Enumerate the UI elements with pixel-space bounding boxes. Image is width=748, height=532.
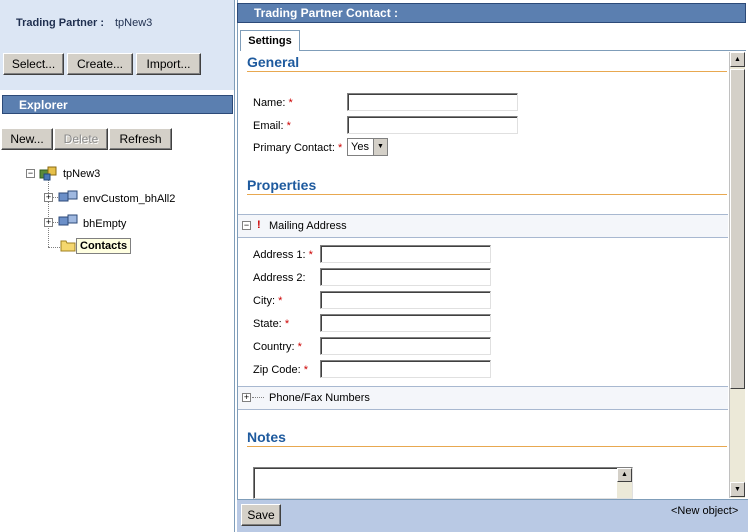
collapse-icon[interactable]: − [26,169,35,178]
scroll-down-icon[interactable]: ▼ [730,482,745,497]
primary-contact-value: Yes [351,141,369,153]
address1-input[interactable] [320,245,491,263]
section-divider [247,446,727,447]
email-label: Email: * [253,120,291,132]
state-label: State: * [253,318,290,330]
address2-input[interactable] [320,268,491,286]
environment-icon [58,190,78,204]
form-scrollbar[interactable]: ▲ ▼ [729,52,745,498]
country-label: Country: * [253,341,302,353]
trading-partner-value: tpNew3 [115,17,153,29]
collapse-icon[interactable]: − [242,221,251,230]
country-input[interactable] [320,337,491,355]
zip-label: Zip Code: * [253,364,309,376]
required-mark: * [278,295,283,307]
section-divider [247,71,727,72]
name-label: Name: * [253,97,293,109]
tree-item-contacts[interactable]: Contacts [76,238,132,254]
city-label: City: * [253,295,283,307]
scroll-up-icon[interactable]: ▲ [617,468,632,482]
explorer-header: Explorer [2,95,233,114]
trading-partner-icon [39,166,57,181]
address1-label: Address 1: * [253,249,313,261]
section-divider [247,194,727,195]
notes-scrollbar[interactable]: ▲ [617,468,632,498]
expand-icon[interactable]: + [44,193,53,202]
right-pane [237,0,748,532]
primary-contact-label: Primary Contact: * [253,142,343,154]
delete-button: Delete [54,128,108,150]
new-button[interactable]: New... [1,128,53,150]
environment-icon [58,214,78,228]
status-text: <New object> [671,505,739,517]
primary-contact-select[interactable]: Yes ▼ [347,138,388,156]
contact-header: Trading Partner Contact : [237,3,746,23]
email-input[interactable] [347,116,518,134]
required-mark: * [337,142,343,154]
name-input[interactable] [347,93,518,111]
zip-input[interactable] [320,360,491,378]
tree-connector [48,247,60,248]
scroll-thumb[interactable] [730,69,745,389]
properties-section-title: Properties [247,177,317,193]
tab-settings[interactable]: Settings [240,30,300,51]
mailing-address-label: Mailing Address [269,220,347,232]
tree-item-envcustom[interactable]: envCustom_bhAll2 [83,193,175,205]
create-button[interactable]: Create... [67,53,133,75]
required-mark: * [288,97,293,109]
required-mark: * [284,318,290,330]
tab-divider [300,50,746,51]
folder-icon [60,239,76,252]
required-mark: * [286,120,291,132]
trading-partner-label: Trading Partner : [16,17,105,29]
warning-icon: ! [257,219,261,231]
trading-partner-panel [0,0,234,90]
select-button[interactable]: Select... [3,53,64,75]
scroll-up-icon[interactable]: ▲ [730,52,745,67]
tree-item-bhempty[interactable]: bhEmpty [83,218,126,230]
required-mark: * [297,341,302,353]
expand-icon[interactable]: + [44,218,53,227]
refresh-button[interactable]: Refresh [109,128,172,150]
notes-section-title: Notes [247,429,286,445]
city-input[interactable] [320,291,491,309]
required-mark: * [303,364,309,376]
expand-icon[interactable]: + [242,393,251,402]
required-mark: * [308,249,313,261]
state-input[interactable] [320,314,491,332]
chevron-down-icon: ▼ [373,139,387,155]
tree-root-label[interactable]: tpNew3 [63,168,100,180]
notes-textarea[interactable]: ▲ [253,467,633,499]
address2-label: Address 2: [253,272,306,284]
tree-connector [252,397,264,398]
save-button[interactable]: Save [241,504,281,526]
general-section-title: General [247,54,300,70]
phone-fax-label: Phone/Fax Numbers [269,392,370,404]
import-button[interactable]: Import... [136,53,201,75]
